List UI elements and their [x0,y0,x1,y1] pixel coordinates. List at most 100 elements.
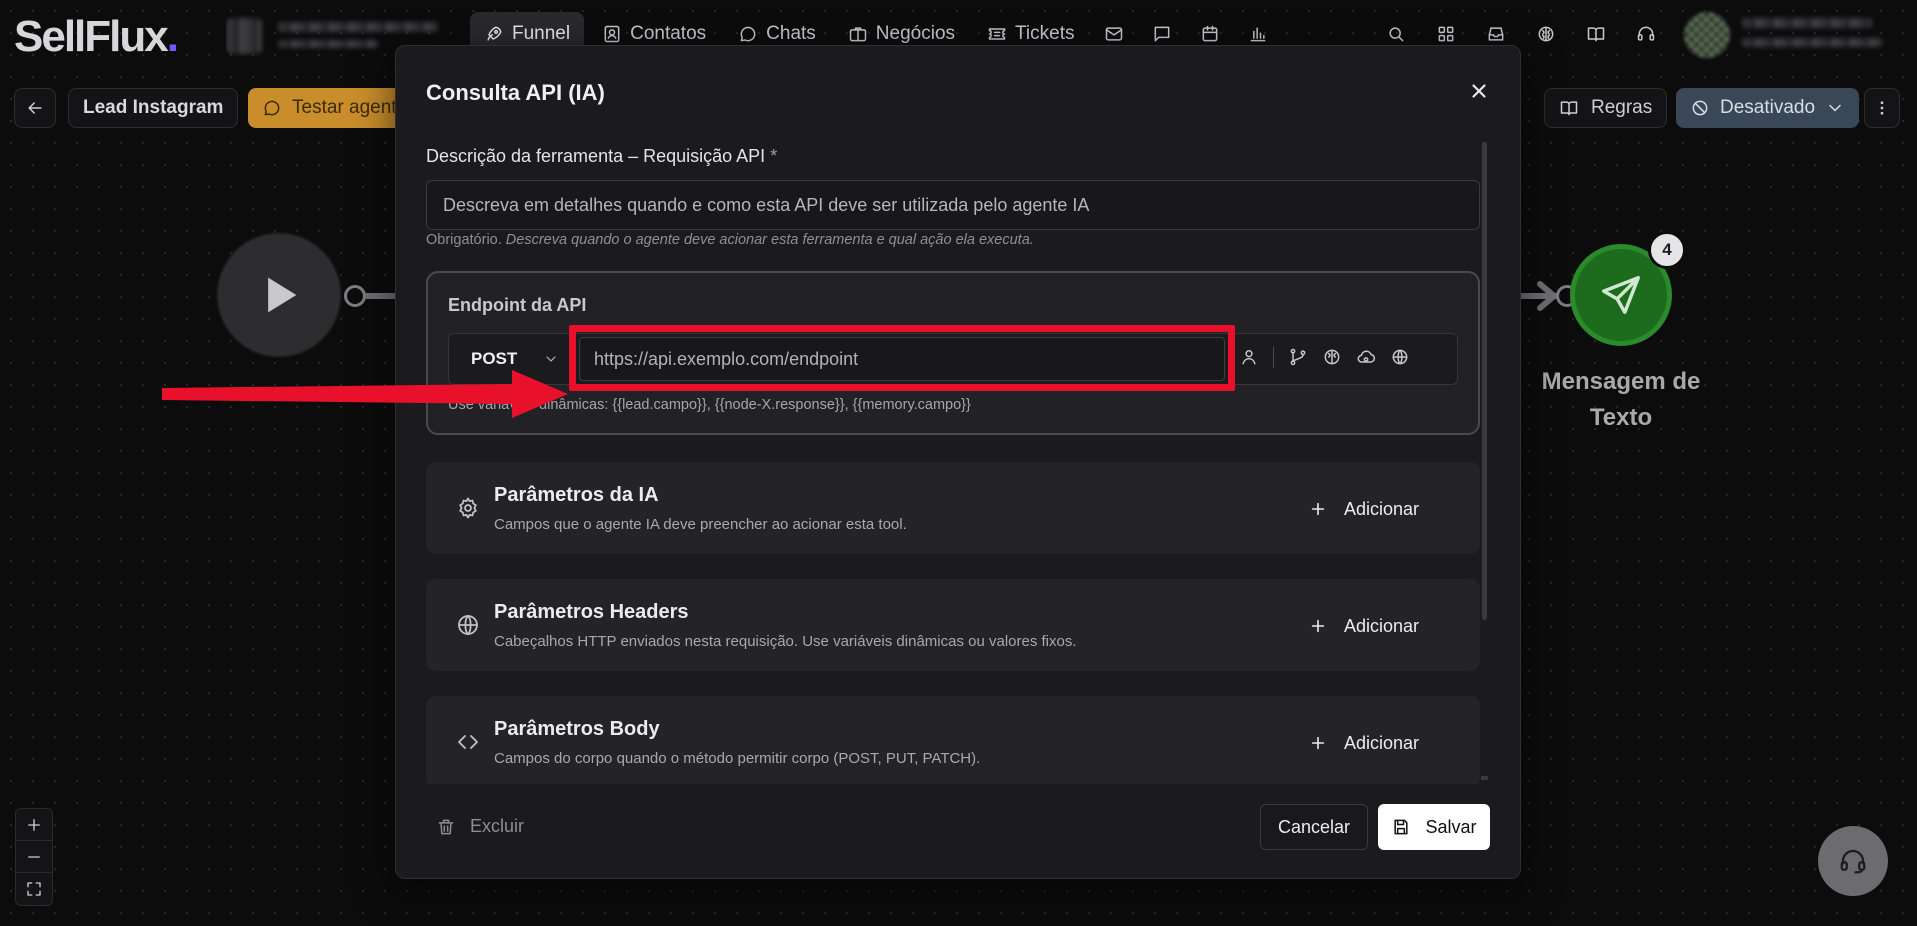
globe-icon [1392,349,1408,365]
contacts-icon [604,25,620,43]
send-icon [1602,276,1640,314]
headers-parameters-section: Parâmetros Headers Cabeçalhos HTTP envia… [426,579,1480,671]
save-icon [1394,819,1409,835]
hint-prefix: Obrigatório. [426,232,502,248]
zoom-in-button[interactable] [16,809,52,841]
start-node[interactable] [218,234,340,356]
workspace-name-blurred [278,22,438,32]
description-hint: Obrigatório. Descreva quando o agente de… [426,232,1034,248]
nav-tickets-label: Tickets [1015,23,1075,44]
chevron-down-icon [1829,104,1841,112]
workspace-sub-blurred [278,40,378,48]
grid-icon [1438,26,1454,42]
rules-label: Regras [1591,97,1653,118]
book-open-icon [1560,101,1578,116]
add-header-parameter-button[interactable]: Adicionar [1310,611,1419,641]
ai-parameters-subtitle: Campos que o agente IA deve preencher ao… [494,516,907,533]
user-menu-blurred[interactable] [1684,10,1884,58]
add-label: Adicionar [1344,615,1420,636]
delete-button[interactable]: Excluir [436,816,524,837]
headset-icon [1637,26,1655,41]
inbox-icon [1488,27,1504,41]
mail-icon [1106,27,1123,41]
flow-name-button[interactable]: Lead Instagram [68,88,239,128]
help-button[interactable] [1624,12,1668,56]
globe-icon [456,613,480,637]
close-icon [1472,84,1486,98]
cancel-button[interactable]: Cancelar [1260,804,1368,850]
logo-dot: . [166,12,179,61]
red-arrow-annotation-icon [162,370,568,418]
description-label: Descrição da ferramenta – Requisição API… [426,146,777,167]
insert-lead-variable-button[interactable] [1239,347,1259,367]
test-agent-button[interactable]: Testar agente [248,88,418,128]
ai-parameters-title: Parâmetros da IA [494,484,659,506]
docs-button[interactable] [1574,12,1618,56]
cloud-icon [1357,350,1376,363]
user-name-blurred [1742,18,1872,28]
status-dropdown[interactable]: Desativado [1676,88,1860,128]
insert-global-variable-button[interactable] [1390,347,1410,367]
code-icon [456,730,480,754]
required-mark: * [770,146,778,166]
minus-icon [28,855,40,858]
chat-bubble-icon [740,26,756,42]
add-label: Adicionar [1344,732,1420,753]
flow-edge-start[interactable] [366,293,396,299]
endpoint-url-input[interactable] [579,337,1225,381]
plus-icon [1311,736,1325,750]
add-ai-parameter-button[interactable]: Adicionar [1310,494,1419,524]
user-email-blurred [1742,38,1882,47]
body-parameters-subtitle: Campos do corpo quando o método permitir… [494,750,981,767]
more-vertical-icon [1880,101,1884,115]
play-icon [268,277,297,313]
body-parameters-title: Parâmetros Body [494,718,660,740]
search-icon [1389,27,1404,42]
delete-label: Excluir [470,816,525,836]
description-label-text: Descrição da ferramenta – Requisição API [426,146,766,166]
close-modal-button[interactable] [1464,76,1494,106]
ticket-icon [988,28,1006,40]
endpoint-title: Endpoint da API [448,295,587,315]
ban-icon [1692,100,1708,116]
brain-icon [1324,349,1340,365]
headers-parameters-subtitle: Cabeçalhos HTTP enviados nesta requisiçã… [494,633,1077,650]
add-body-parameter-button[interactable]: Adicionar [1310,728,1419,758]
zoom-out-button[interactable] [16,841,52,873]
insert-memory-variable-button[interactable] [1322,347,1342,367]
save-button[interactable]: Salvar [1378,804,1490,850]
tools-divider [1273,346,1274,368]
save-label: Salvar [1425,816,1477,837]
back-button[interactable] [14,88,56,128]
ai-button[interactable] [1524,12,1568,56]
user-avatar [1684,12,1730,58]
headers-parameters-title: Parâmetros Headers [494,601,689,623]
book-icon [1587,27,1605,42]
fullscreen-icon [27,882,41,896]
more-options-button[interactable] [1864,88,1900,128]
status-label: Desativado [1720,97,1816,118]
plus-icon [1311,619,1325,633]
support-chat-button[interactable] [1818,826,1888,896]
nav-negocios-label: Negócios [875,23,956,44]
modal-title: Consulta API (IA) [426,80,605,105]
description-input[interactable] [426,180,1480,230]
sellflux-logo[interactable]: SellFlux. [14,12,179,62]
rules-button[interactable]: Regras [1544,88,1668,128]
briefcase-icon [849,27,867,42]
insert-cloud-variable-button[interactable] [1356,347,1376,367]
arrow-left-icon [28,102,42,114]
test-agent-label: Testar agente [292,97,408,118]
nav-chats-label: Chats [766,23,816,44]
nav-funnel-label: Funnel [512,23,571,44]
scrollbar-end [1481,776,1488,780]
message-node-label: Mensagem de Texto [1541,368,1701,431]
chevron-down-icon [546,356,556,362]
insert-node-variable-button[interactable] [1288,347,1308,367]
chat-bubble-icon [264,100,280,116]
add-label: Adicionar [1344,498,1420,519]
fit-view-button[interactable] [16,873,52,905]
modal-scrollbar[interactable] [1482,142,1487,620]
start-node-output-handle[interactable] [344,285,366,307]
calendar-icon [1203,25,1218,42]
